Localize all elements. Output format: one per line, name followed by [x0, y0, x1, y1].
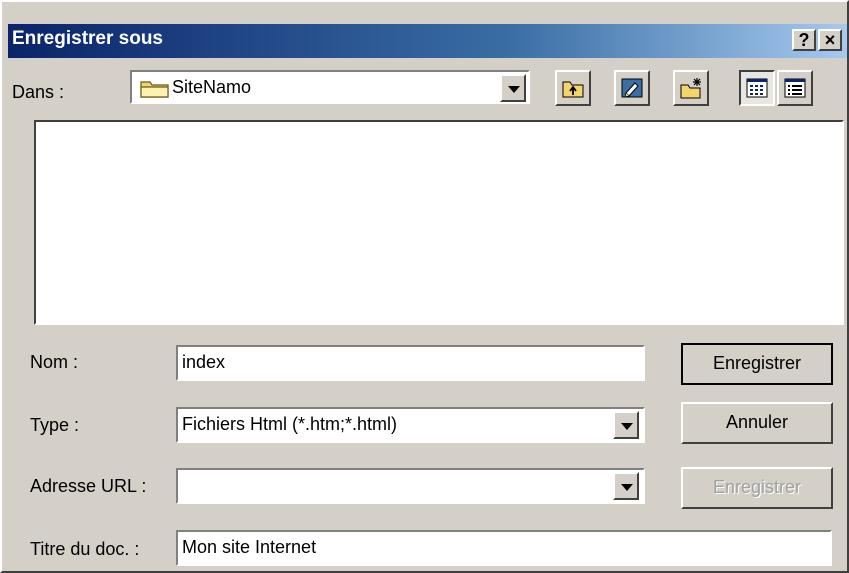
name-input-value: index	[182, 352, 226, 372]
location-dropdown-arrow[interactable]	[500, 74, 526, 102]
save-button[interactable]: Enregistrer	[681, 343, 833, 385]
up-folder-button[interactable]	[555, 70, 591, 106]
new-folder-icon	[680, 77, 704, 104]
location-dropdown[interactable]: SiteNamo	[130, 70, 530, 104]
list-view-icon	[746, 78, 768, 103]
current-folder-name: SiteNamo	[172, 77, 252, 97]
save-as-dialog: Enregistrer sous ? × Dans : SiteNamo Nom…	[0, 0, 849, 573]
doc-title-label: Titre du doc. :	[30, 539, 140, 559]
type-dropdown-value: Fichiers Html (*.htm;*.html)	[182, 414, 398, 434]
type-label: Type :	[30, 415, 80, 435]
new-folder-button[interactable]	[673, 70, 709, 106]
type-dropdown[interactable]: Fichiers Html (*.htm;*.html)	[176, 407, 645, 443]
help-button[interactable]: ?	[792, 29, 816, 51]
close-button[interactable]: ×	[818, 29, 842, 51]
type-dropdown-arrow[interactable]	[613, 411, 639, 439]
cancel-button[interactable]: Annuler	[681, 402, 833, 444]
name-label: Nom :	[30, 352, 79, 372]
details-view-icon	[784, 78, 806, 103]
url-label: Adresse URL :	[30, 476, 147, 496]
save-url-button[interactable]: Enregistrer	[681, 467, 833, 509]
list-view-button[interactable]	[739, 70, 775, 106]
up-folder-icon	[562, 77, 584, 104]
desktop-icon	[621, 77, 643, 104]
details-view-button[interactable]	[777, 70, 813, 106]
url-dropdown[interactable]	[176, 468, 645, 504]
title-bar: Enregistrer sous ? ×	[8, 24, 847, 58]
url-dropdown-arrow[interactable]	[613, 472, 639, 500]
desktop-button[interactable]	[614, 70, 650, 106]
file-list[interactable]	[34, 120, 844, 325]
folder-icon	[140, 78, 170, 103]
doc-title-input[interactable]: Mon site Internet	[176, 530, 832, 566]
doc-title-input-value: Mon site Internet	[182, 537, 317, 557]
name-input[interactable]: index	[176, 345, 645, 381]
dialog-title: Enregistrer sous	[12, 28, 163, 49]
location-label: Dans :	[12, 82, 65, 102]
